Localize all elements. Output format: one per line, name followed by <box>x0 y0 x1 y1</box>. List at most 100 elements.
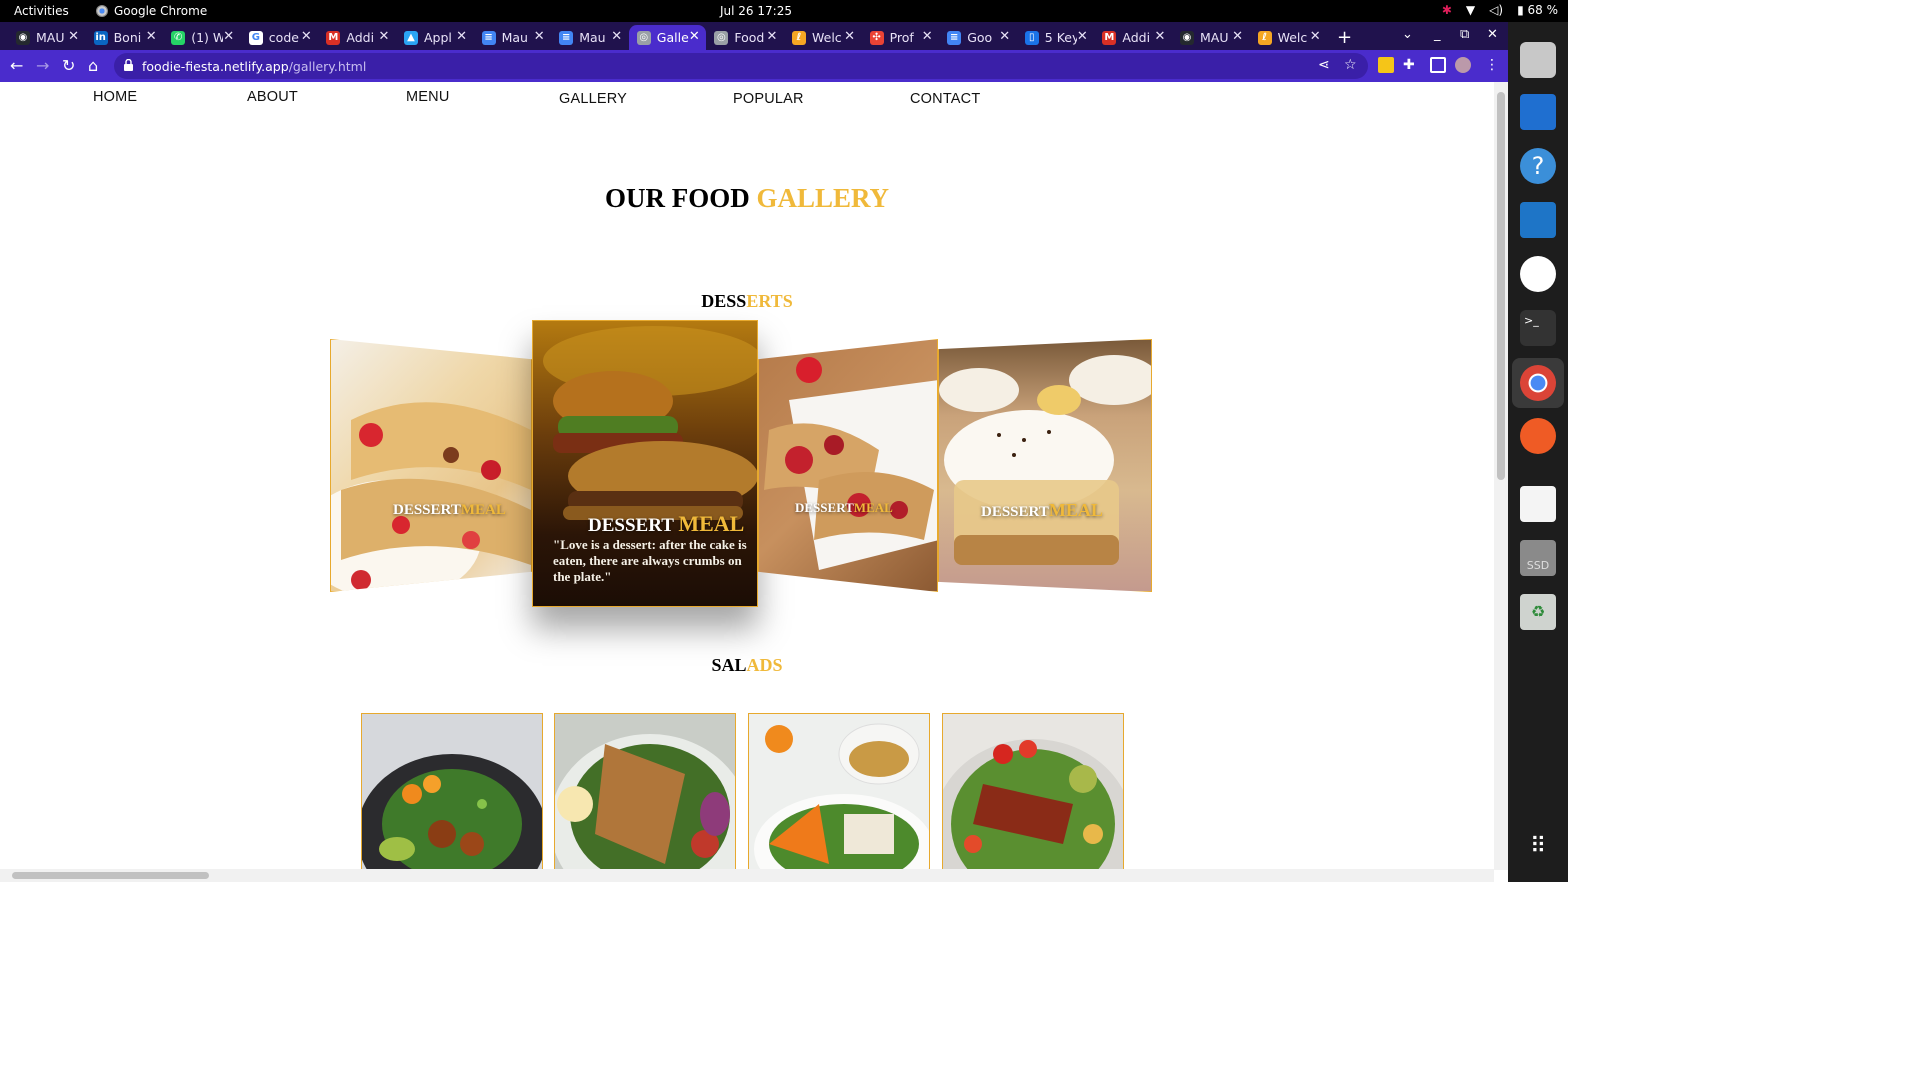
browser-tab[interactable]: ≡ Mau ✕ <box>551 25 628 50</box>
tab-label: Welc <box>1277 30 1308 45</box>
tab-close-icon[interactable]: ✕ <box>301 29 312 44</box>
tab-close-icon[interactable]: ✕ <box>844 29 855 44</box>
ssd-icon[interactable]: SSD <box>1520 540 1556 576</box>
terminal-icon[interactable]: >_ <box>1520 310 1556 346</box>
vscode-icon[interactable] <box>1520 202 1556 238</box>
tab-close-icon[interactable]: ✕ <box>146 29 157 44</box>
browser-tab[interactable]: ℓ Welc ✕ <box>1250 25 1327 50</box>
browser-tab[interactable]: M Addi ✕ <box>1094 25 1171 50</box>
tab-close-icon[interactable]: ✕ <box>68 29 79 44</box>
nav-contact[interactable]: CONTACT <box>910 91 980 107</box>
browser-tab[interactable]: ◎ Food ✕ <box>706 25 783 50</box>
tab-label: MAU <box>1200 30 1229 45</box>
browser-tab[interactable]: in Boni ✕ <box>86 25 163 50</box>
tab-label: MAU <box>36 30 65 45</box>
dessert-quote: "Love is a dessert: after the cake is ea… <box>553 537 747 584</box>
tab-label: Welc <box>812 30 842 45</box>
reload-button[interactable]: ↻ <box>62 56 75 75</box>
profile-avatar[interactable] <box>1455 57 1471 73</box>
browser-tab[interactable]: M Addi ✕ <box>318 25 395 50</box>
salad-card-bacon[interactable] <box>942 713 1124 870</box>
extensions-puzzle-icon[interactable]: ✚ <box>1403 57 1419 73</box>
chrome-icon[interactable] <box>1520 365 1556 401</box>
dessert-card-cannoli[interactable]: DESSERTMEAL <box>758 339 938 592</box>
tab-favicon-icon: ▯ <box>1024 30 1039 45</box>
tab-favicon-icon: ℓ <box>1257 30 1272 45</box>
browser-tab[interactable]: ✣ Prof ✕ <box>862 25 939 50</box>
clock[interactable]: Jul 26 17:25 <box>720 4 792 18</box>
browser-tab[interactable]: ℓ Welc ✕ <box>784 25 861 50</box>
nav-menu[interactable]: MENU <box>406 89 450 105</box>
extension-icon[interactable] <box>1378 57 1394 73</box>
menu-kebab-icon[interactable]: ⋮ <box>1485 57 1501 73</box>
salad-card-chicken[interactable] <box>554 713 736 870</box>
tab-close-icon[interactable]: ✕ <box>378 29 389 44</box>
tab-search-icon[interactable]: ⌄ <box>1402 27 1413 42</box>
dessert-card-crepes[interactable]: DESSERTMEAL <box>330 339 532 592</box>
forward-button[interactable]: → <box>36 56 49 75</box>
app-menu[interactable]: Google Chrome <box>96 4 207 18</box>
vertical-scrollbar[interactable] <box>1494 82 1508 870</box>
browser-tab[interactable]: ◉ MAU ✕ <box>8 25 85 50</box>
minimize-button[interactable]: _ <box>1434 27 1441 42</box>
tab-close-icon[interactable]: ✕ <box>534 29 545 44</box>
nav-home[interactable]: HOME <box>93 89 137 105</box>
home-button[interactable]: ⌂ <box>88 56 98 75</box>
salad-card-shrimp[interactable] <box>361 713 543 870</box>
trash-icon[interactable]: ♻ <box>1520 594 1556 630</box>
url-host: foodie-fiesta.netlify.app <box>142 58 289 74</box>
activities-button[interactable]: Activities <box>14 4 69 18</box>
postman-icon[interactable] <box>1520 418 1556 454</box>
nav-gallery[interactable]: GALLERY <box>559 91 627 107</box>
dessert-caption: DESSERTMEAL <box>981 500 1103 520</box>
close-window-button[interactable]: ✕ <box>1487 27 1498 42</box>
tab-close-icon[interactable]: ✕ <box>1232 29 1243 44</box>
salad-card-carrot[interactable] <box>748 713 930 870</box>
help-icon[interactable]: ? <box>1520 148 1556 184</box>
browser-tab[interactable]: ≡ Goo ✕ <box>939 25 1016 50</box>
tab-close-icon[interactable]: ✕ <box>1154 29 1165 44</box>
horizontal-scrollbar[interactable] <box>0 869 1494 882</box>
tab-label: (1) W <box>191 30 224 45</box>
tab-label: Addi <box>1122 30 1151 45</box>
maximize-button[interactable]: ⧉ <box>1460 27 1469 42</box>
tab-close-icon[interactable]: ✕ <box>223 29 234 44</box>
tab-close-icon[interactable]: ✕ <box>689 29 700 44</box>
tab-favicon-icon: ≡ <box>559 30 574 45</box>
writer-icon[interactable] <box>1520 94 1556 130</box>
new-tab-button[interactable]: + <box>1337 27 1352 48</box>
tab-close-icon[interactable]: ✕ <box>766 29 777 44</box>
tab-label: Addi <box>346 30 375 45</box>
tab-close-icon[interactable]: ✕ <box>1077 29 1088 44</box>
browser-tab[interactable]: ◉ MAU ✕ <box>1172 25 1249 50</box>
files-icon[interactable] <box>1520 42 1556 78</box>
app-grid-icon[interactable]: ⠿ <box>1520 832 1556 868</box>
browser-tab[interactable]: ◎ Galle ✕ <box>628 25 706 50</box>
address-bar[interactable]: foodie-fiesta.netlify.app/gallery.html ⋖… <box>114 53 1368 79</box>
browser-tab[interactable]: ≡ Mau ✕ <box>474 25 551 50</box>
slack-icon[interactable] <box>1520 256 1556 292</box>
salad-shrimp-image <box>362 754 542 870</box>
share-icon[interactable]: ⋖ <box>1318 57 1330 73</box>
browser-tab[interactable]: ▯ 5 Key ✕ <box>1017 25 1094 50</box>
system-tray[interactable]: ✱ ▼ ◁) ▮ 68 % <box>1442 3 1558 17</box>
vertical-scroll-thumb[interactable] <box>1497 92 1505 480</box>
tab-close-icon[interactable]: ✕ <box>1310 29 1321 44</box>
horizontal-scroll-thumb[interactable] <box>12 872 209 879</box>
bookmark-star-icon[interactable]: ☆ <box>1344 57 1357 73</box>
browser-tab[interactable]: ▲ Appl ✕ <box>396 25 473 50</box>
dessert-card-featured[interactable]: DESSERT MEAL "Love is a dessert: after t… <box>532 320 758 607</box>
text-editor-icon[interactable] <box>1520 486 1556 522</box>
nav-about[interactable]: ABOUT <box>247 89 298 105</box>
tab-close-icon[interactable]: ✕ <box>611 29 622 44</box>
dessert-card-pudding[interactable]: DESSERTMEAL <box>938 339 1152 592</box>
back-button[interactable]: ← <box>10 56 23 75</box>
tab-close-icon[interactable]: ✕ <box>999 29 1010 44</box>
tab-close-icon[interactable]: ✕ <box>922 29 933 44</box>
side-panel-icon[interactable] <box>1430 57 1446 73</box>
browser-tab[interactable]: ✆ (1) W ✕ <box>163 25 240 50</box>
tab-label: Galle <box>656 30 689 45</box>
nav-popular[interactable]: POPULAR <box>733 91 804 107</box>
tab-close-icon[interactable]: ✕ <box>456 29 467 44</box>
browser-tab[interactable]: Gcode ✕ <box>241 25 318 50</box>
